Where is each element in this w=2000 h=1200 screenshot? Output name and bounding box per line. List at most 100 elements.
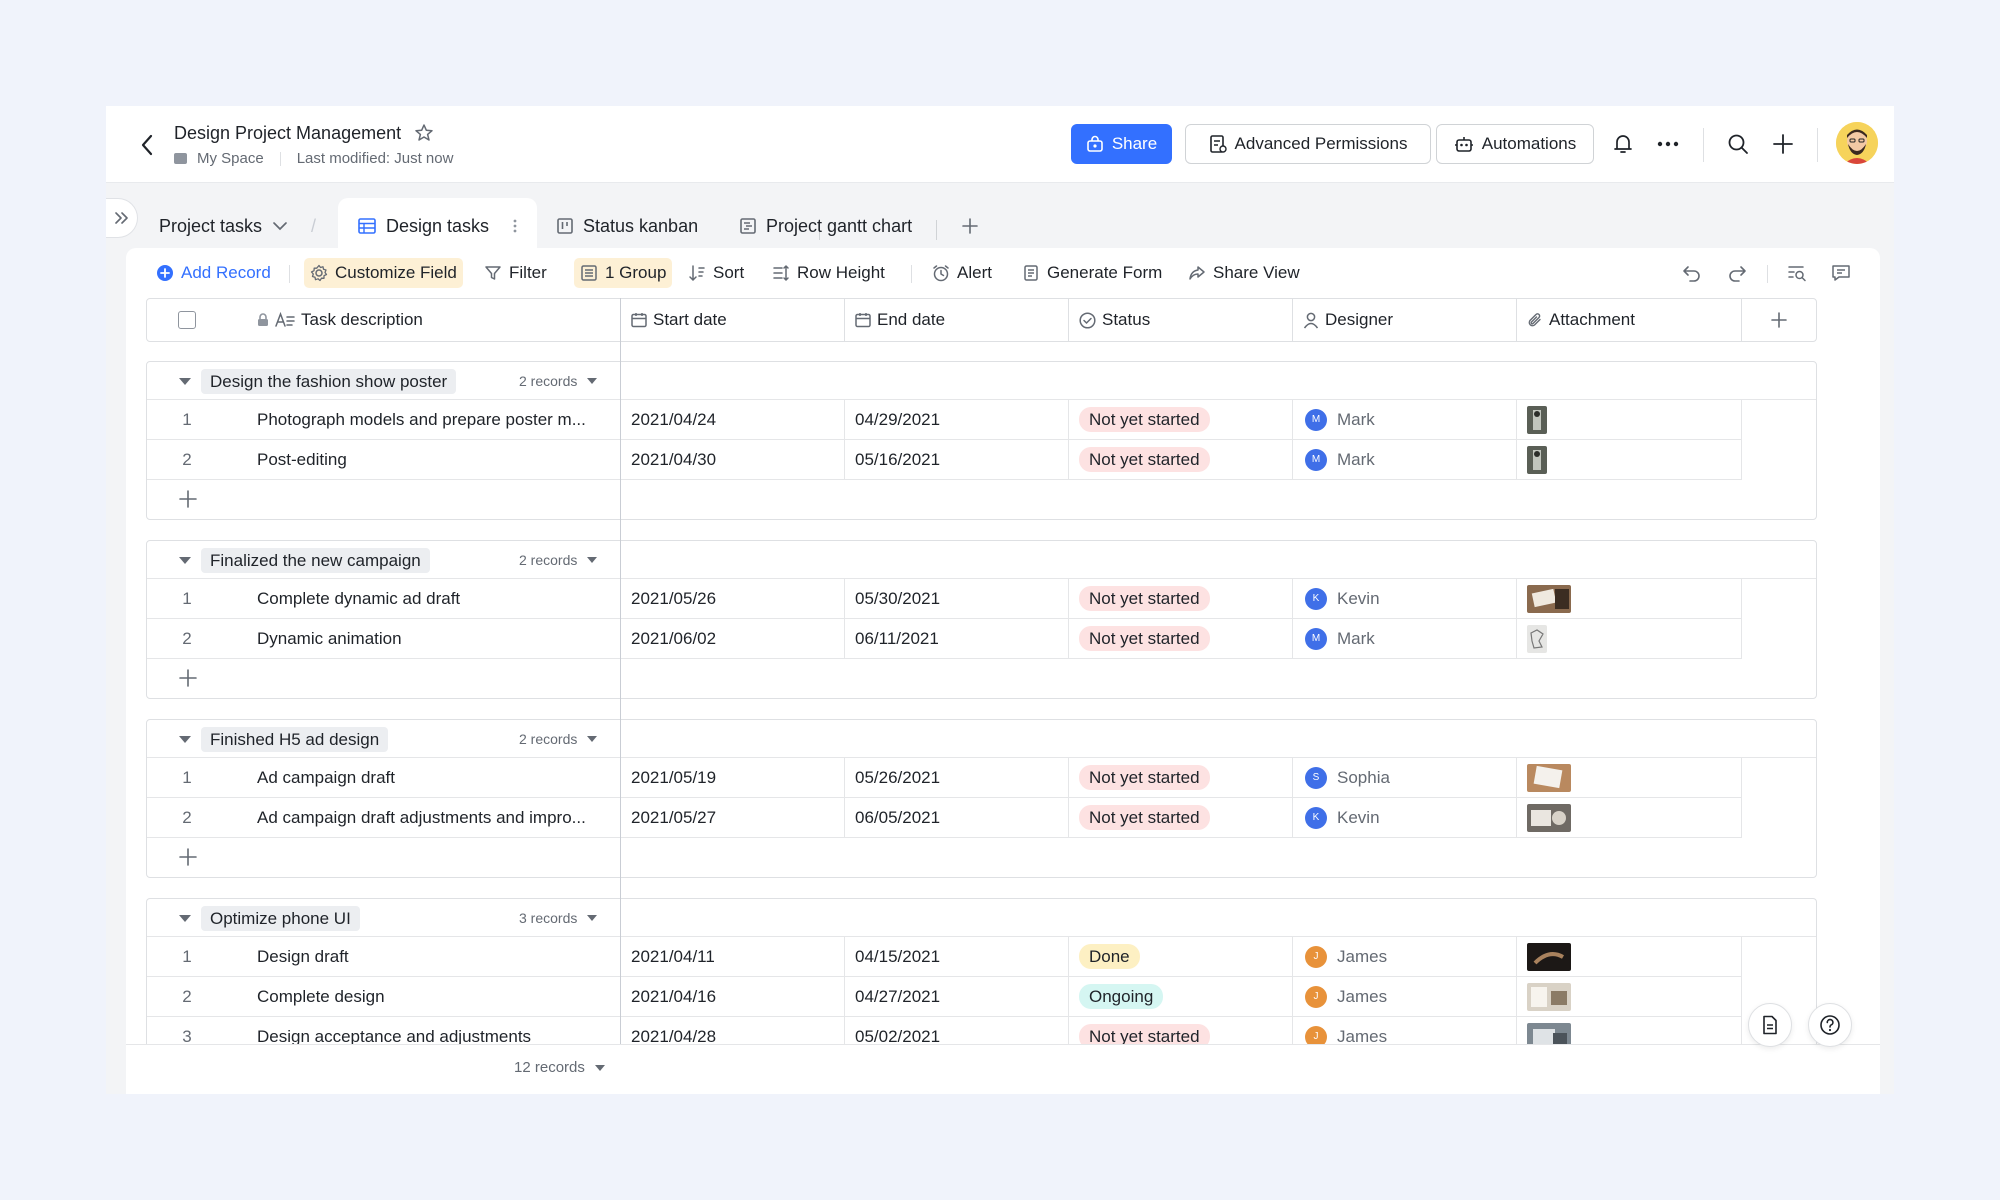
back-arrow-icon[interactable] — [132, 130, 162, 160]
tab-status-kanban[interactable]: Status kanban — [557, 198, 698, 254]
more-icon[interactable] — [1654, 130, 1682, 158]
table-row[interactable]: 2 Post-editing 2021/04/30 05/16/2021 Not… — [147, 440, 1742, 480]
status-cell[interactable]: Not yet started — [1069, 1017, 1293, 1044]
start-date-cell[interactable]: 2021/05/26 — [621, 579, 845, 618]
attachment-cell[interactable] — [1517, 400, 1742, 439]
column-header-end-date[interactable]: End date — [845, 299, 1069, 341]
start-date-cell[interactable]: 2021/06/02 — [621, 619, 845, 658]
bell-icon[interactable] — [1609, 130, 1637, 158]
end-date-cell[interactable]: 04/29/2021 — [845, 400, 1069, 439]
task-cell[interactable]: Complete dynamic ad draft — [227, 579, 621, 618]
group-button[interactable]: 1 Group — [574, 258, 673, 288]
table-row[interactable]: 1 Complete dynamic ad draft 2021/05/26 0… — [147, 579, 1742, 619]
task-cell[interactable]: Dynamic animation — [227, 619, 621, 658]
image-thumbnail[interactable] — [1527, 982, 1571, 1011]
tab-design-tasks[interactable]: Design tasks — [338, 198, 538, 254]
group-header[interactable]: Design the fashion show poster 2 records — [147, 362, 1816, 400]
table-row[interactable]: 2 Complete design 2021/04/16 04/27/2021 … — [147, 977, 1742, 1017]
task-cell[interactable]: Ad campaign draft — [227, 758, 621, 797]
table-row[interactable]: 3 Design acceptance and adjustments 2021… — [147, 1017, 1742, 1044]
add-row-button[interactable] — [147, 480, 1816, 519]
start-date-cell[interactable]: 2021/04/11 — [621, 937, 845, 976]
designer-cell[interactable]: J James — [1293, 937, 1517, 976]
image-thumbnail[interactable] — [1527, 405, 1547, 434]
tab-more-icon[interactable] — [513, 218, 517, 234]
image-thumbnail[interactable] — [1527, 942, 1571, 971]
add-record-button[interactable]: Add Record — [150, 258, 277, 288]
group-record-count[interactable]: 3 records — [519, 910, 598, 926]
collapse-caret-icon[interactable] — [179, 915, 191, 922]
attachment-cell[interactable] — [1517, 798, 1742, 837]
share-view-button[interactable]: Share View — [1182, 258, 1306, 288]
add-row-button[interactable] — [147, 659, 1816, 698]
status-cell[interactable]: Done — [1069, 937, 1293, 976]
alert-button[interactable]: Alert — [926, 258, 998, 288]
attachment-cell[interactable] — [1517, 579, 1742, 618]
tab-project-gantt-chart[interactable]: Project gantt chart — [740, 198, 912, 254]
attachment-cell[interactable] — [1517, 937, 1742, 976]
sort-button[interactable]: Sort — [682, 258, 750, 288]
column-header-task[interactable]: Task description — [227, 299, 621, 341]
end-date-cell[interactable]: 06/05/2021 — [845, 798, 1069, 837]
task-cell[interactable]: Design draft — [227, 937, 621, 976]
end-date-cell[interactable]: 05/02/2021 — [845, 1017, 1069, 1044]
generate-form-button[interactable]: Generate Form — [1016, 258, 1168, 288]
star-icon[interactable] — [414, 123, 434, 143]
group-header[interactable]: Finished H5 ad design 2 records — [147, 720, 1816, 758]
collapse-caret-icon[interactable] — [179, 736, 191, 743]
start-date-cell[interactable]: 2021/04/28 — [621, 1017, 845, 1044]
end-date-cell[interactable]: 05/30/2021 — [845, 579, 1069, 618]
end-date-cell[interactable]: 05/26/2021 — [845, 758, 1069, 797]
column-header-status[interactable]: Status — [1069, 299, 1293, 341]
designer-cell[interactable]: S Sophia — [1293, 758, 1517, 797]
redo-icon[interactable] — [1724, 260, 1750, 286]
group-header[interactable]: Finalized the new campaign 2 records — [147, 541, 1816, 579]
end-date-cell[interactable]: 04/15/2021 — [845, 937, 1069, 976]
customize-field-button[interactable]: Customize Field — [304, 258, 463, 288]
table-row[interactable]: 2 Dynamic animation 2021/06/02 06/11/202… — [147, 619, 1742, 659]
checkbox[interactable] — [178, 311, 196, 329]
column-header-start-date[interactable]: Start date — [621, 299, 845, 341]
filter-button[interactable]: Filter — [478, 258, 553, 288]
start-date-cell[interactable]: 2021/04/16 — [621, 977, 845, 1016]
image-thumbnail[interactable] — [1527, 763, 1571, 792]
table-row[interactable]: 1 Ad campaign draft 2021/05/19 05/26/202… — [147, 758, 1742, 798]
plus-icon[interactable] — [1769, 130, 1797, 158]
document-icon[interactable] — [1748, 1003, 1792, 1047]
status-cell[interactable]: Not yet started — [1069, 758, 1293, 797]
help-icon[interactable] — [1808, 1003, 1852, 1047]
collapse-caret-icon[interactable] — [179, 378, 191, 385]
breadcrumb-space[interactable]: My Space — [197, 150, 264, 167]
status-cell[interactable]: Not yet started — [1069, 579, 1293, 618]
task-cell[interactable]: Design acceptance and adjustments — [227, 1017, 621, 1044]
image-thumbnail[interactable] — [1527, 624, 1547, 653]
add-view-button[interactable] — [961, 198, 979, 254]
add-column-button[interactable] — [1742, 299, 1816, 341]
start-date-cell[interactable]: 2021/05/19 — [621, 758, 845, 797]
group-record-count[interactable]: 2 records — [519, 552, 598, 568]
status-cell[interactable]: Ongoing — [1069, 977, 1293, 1016]
status-cell[interactable]: Not yet started — [1069, 400, 1293, 439]
add-row-button[interactable] — [147, 838, 1816, 877]
status-cell[interactable]: Not yet started — [1069, 798, 1293, 837]
designer-cell[interactable]: J James — [1293, 1017, 1517, 1044]
image-thumbnail[interactable] — [1527, 445, 1547, 474]
designer-cell[interactable]: J James — [1293, 977, 1517, 1016]
group-header[interactable]: Optimize phone UI 3 records — [147, 899, 1816, 937]
comment-icon[interactable] — [1828, 260, 1854, 286]
designer-cell[interactable]: K Kevin — [1293, 579, 1517, 618]
undo-icon[interactable] — [1679, 260, 1705, 286]
attachment-cell[interactable] — [1517, 1017, 1742, 1044]
end-date-cell[interactable]: 04/27/2021 — [845, 977, 1069, 1016]
start-date-cell[interactable]: 2021/05/27 — [621, 798, 845, 837]
start-date-cell[interactable]: 2021/04/30 — [621, 440, 845, 479]
search-records-icon[interactable] — [1784, 260, 1810, 286]
attachment-cell[interactable] — [1517, 977, 1742, 1016]
table-row[interactable]: 1 Photograph models and prepare poster m… — [147, 400, 1742, 440]
project-selector[interactable]: Project tasks — [159, 198, 288, 254]
status-cell[interactable]: Not yet started — [1069, 619, 1293, 658]
status-cell[interactable]: Not yet started — [1069, 440, 1293, 479]
attachment-cell[interactable] — [1517, 758, 1742, 797]
designer-cell[interactable]: M Mark — [1293, 440, 1517, 479]
end-date-cell[interactable]: 05/16/2021 — [845, 440, 1069, 479]
